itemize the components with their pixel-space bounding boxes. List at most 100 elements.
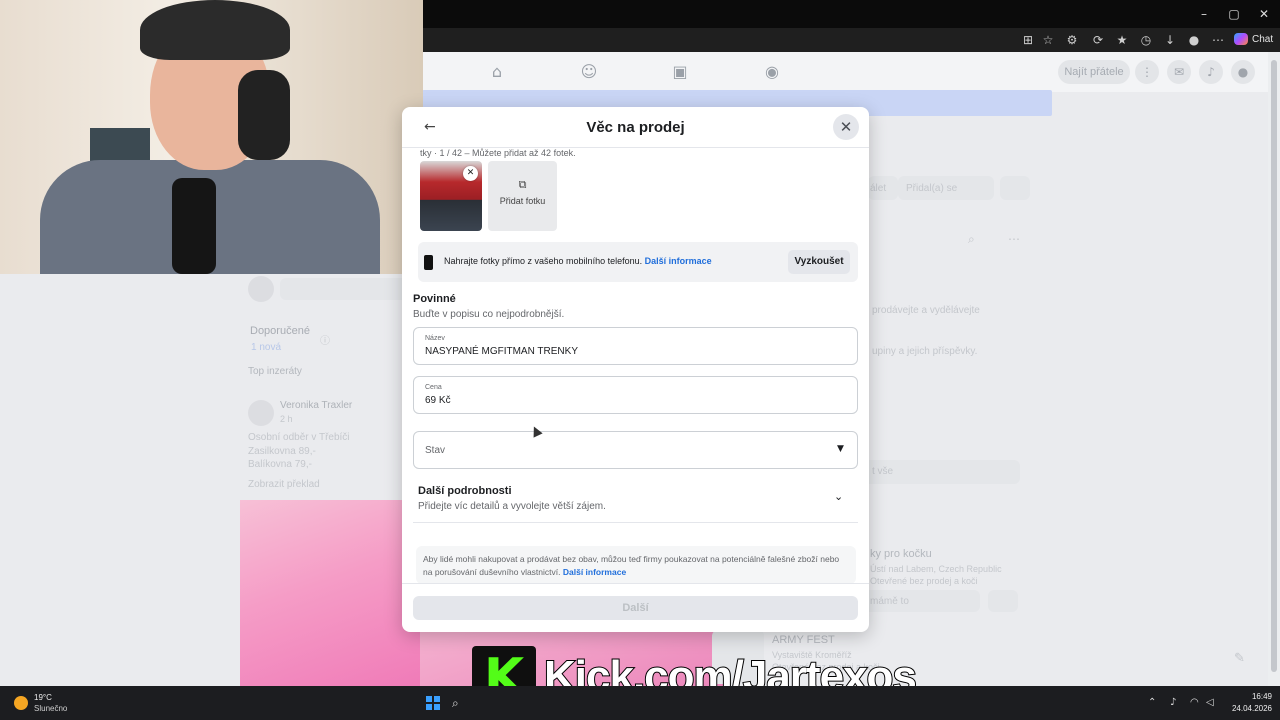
phone-upload-banner: Nahrajte fotky přímo z vašeho mobilního … [418, 242, 858, 282]
wifi-icon[interactable]: ◠ [1190, 696, 1199, 710]
menu-grid-icon[interactable]: ⋮ [1135, 60, 1159, 84]
message-input-text: mámě to [870, 596, 909, 607]
phone-banner-message: Nahrajte fotky přímo z vašeho mobilního … [444, 256, 643, 266]
close-window-icon[interactable]: ✕ [1256, 6, 1272, 22]
friends-icon[interactable]: ☺ [579, 62, 599, 82]
page-scrollbar[interactable] [1268, 52, 1280, 686]
weather-description[interactable]: Slunečno [34, 704, 67, 713]
required-subtitle: Buďte v popisu co nejpodrobnější. [413, 309, 565, 320]
legal-notice-text: Aby lidé mohli nakupovat a prodávat bez … [423, 553, 849, 579]
more-menu-icon[interactable]: ⋯ [1210, 32, 1226, 48]
listing-line: Balíkovna 79,- [248, 459, 312, 470]
weather-temperature[interactable]: 19°C [34, 693, 52, 702]
legal-notice: Aby lidé mohli nakupovat a prodávat bez … [416, 546, 856, 584]
maximize-icon[interactable]: ▢ [1226, 6, 1242, 22]
account-avatar[interactable]: ● [1231, 60, 1255, 84]
legal-text: Aby lidé mohli nakupovat a prodávat bez … [423, 554, 840, 577]
show-all-label: t vše [872, 466, 894, 477]
required-heading: Povinné [413, 293, 456, 305]
microphone-icon[interactable]: ♪ [1170, 696, 1176, 710]
headphones [238, 70, 290, 160]
clock-date[interactable]: 24.04.2026 [1222, 704, 1272, 713]
try-button[interactable]: Vyzkoušet [788, 250, 850, 274]
condition-select[interactable]: Stav ▼ [413, 431, 858, 469]
copilot-icon [1234, 33, 1248, 46]
home-icon[interactable]: ⌂ [487, 62, 507, 82]
profile-icon[interactable]: ● [1186, 32, 1202, 48]
recommended-new: 1 nová [251, 342, 282, 353]
price-field[interactable]: Cena 69 Kč [413, 376, 858, 414]
recommended-heading: Doporučené [250, 325, 310, 337]
seller-avatar [248, 400, 274, 426]
next-button[interactable]: Další [413, 596, 858, 620]
screen: – ▢ ✕ ⊞ ☆ ⚙ ⟳ ★ ◷ ↓ ● ⋯ Chat ⌂ ☺ ▣ ◉ Naj… [0, 0, 1280, 720]
group-text: prodávejte a vydělávejte [872, 305, 980, 316]
more-details-subtitle: Přidejte víc detailů a vyvolejte větší z… [418, 501, 606, 512]
extension-icon[interactable]: ⚙ [1064, 32, 1080, 48]
clock-time[interactable]: 16:49 [1240, 692, 1272, 701]
microphone [172, 178, 216, 274]
phone-banner-text: Nahrajte fotky přímo z vašeho mobilního … [444, 256, 712, 266]
groups-icon[interactable]: ◉ [762, 62, 782, 82]
windows-start-icon[interactable] [426, 696, 440, 710]
chevron-down-icon[interactable]: ⌄ [834, 490, 843, 503]
listing-title[interactable]: ky pro kočku [870, 548, 932, 560]
post-input[interactable] [280, 278, 410, 300]
dialog-title: Věc na prodej [586, 119, 685, 136]
scrollbar-thumb[interactable] [1271, 60, 1277, 672]
sell-item-dialog: ← Věc na prodej ✕ tky · 1 / 42 – Můžete … [402, 107, 869, 632]
search-icon[interactable]: ⌕ [968, 232, 975, 247]
download-icon[interactable]: ↓ [1162, 32, 1178, 48]
compose-icon[interactable]: ✎ [1234, 650, 1245, 666]
ghost-button-label: álet [870, 183, 887, 194]
favorites-icon[interactable]: ★ [1114, 32, 1130, 48]
find-friends-button[interactable]: Najít přátele [1058, 60, 1130, 84]
phone-icon [424, 255, 433, 270]
streamer-cap [140, 0, 290, 60]
messenger-icon[interactable]: ✉ [1167, 60, 1191, 84]
close-icon[interactable]: ✕ [833, 114, 859, 140]
share-button[interactable] [988, 590, 1018, 612]
dropdown-button[interactable] [1000, 176, 1030, 200]
windows-taskbar: 19°C Slunečno ⌕ ⌃ ♪ ◠ ◁ 16:49 24.04.2026 [0, 686, 1280, 720]
add-photo-icon: ⧉ [518, 178, 527, 191]
more-info-link[interactable]: Další informace [645, 256, 712, 266]
listing-line: Osobní odběr v Třebíči [248, 432, 350, 443]
chat-label: Chat [1252, 34, 1274, 45]
group-text: upiny a jejich příspěvky. [872, 346, 978, 357]
price-field-value[interactable]: 69 Kč [425, 395, 451, 406]
listing-image [240, 500, 420, 686]
seller-time: 2 h [280, 414, 293, 424]
top-listings-label[interactable]: Top inzeráty [248, 366, 302, 377]
search-icon[interactable]: ⌕ [452, 694, 466, 712]
listing-line: Zasilkovna 89,- [248, 446, 316, 457]
chevron-up-icon[interactable]: ⌃ [1148, 696, 1156, 710]
add-photo-button[interactable]: ⧉ Přidat fotku [488, 161, 557, 231]
legal-more-info-link[interactable]: Další informace [563, 567, 626, 577]
more-details-heading[interactable]: Další podrobnosti [418, 485, 512, 497]
price-field-label: Cena [425, 384, 442, 391]
sun-icon[interactable] [14, 696, 28, 710]
translate-link[interactable]: Zobrazit překlad [248, 479, 320, 490]
history-icon[interactable]: ◷ [1138, 32, 1154, 48]
divider [413, 522, 858, 523]
notifications-icon[interactable]: ♪ [1199, 60, 1223, 84]
minimize-icon[interactable]: – [1196, 6, 1212, 22]
title-field[interactable]: Název NASYPANÉ MGFITMAN TRENKY [413, 327, 858, 365]
caret-down-icon: ▼ [837, 444, 844, 454]
more-icon[interactable]: ⋯ [1008, 232, 1020, 246]
copilot-chat-button[interactable]: Chat [1234, 32, 1273, 48]
marketplace-icon[interactable]: ▣ [670, 62, 690, 82]
event-title[interactable]: ARMY FEST [772, 634, 835, 646]
condition-select-label: Stav [425, 445, 446, 456]
remove-photo-icon[interactable]: ✕ [463, 166, 478, 181]
listing-location: Ústí nad Labem, Czech Republic [870, 564, 1002, 574]
add-photo-label: Přidat fotku [499, 196, 546, 206]
seller-name[interactable]: Veronika Traxler [280, 400, 352, 411]
sync-icon[interactable]: ⟳ [1090, 32, 1106, 48]
tab-icon[interactable]: ⊞ [1020, 32, 1036, 48]
volume-icon[interactable]: ◁ [1206, 696, 1214, 710]
favorite-star-icon[interactable]: ☆ [1040, 32, 1056, 48]
webcam-overlay [0, 0, 423, 274]
title-field-value[interactable]: NASYPANÉ MGFITMAN TRENKY [425, 346, 578, 357]
